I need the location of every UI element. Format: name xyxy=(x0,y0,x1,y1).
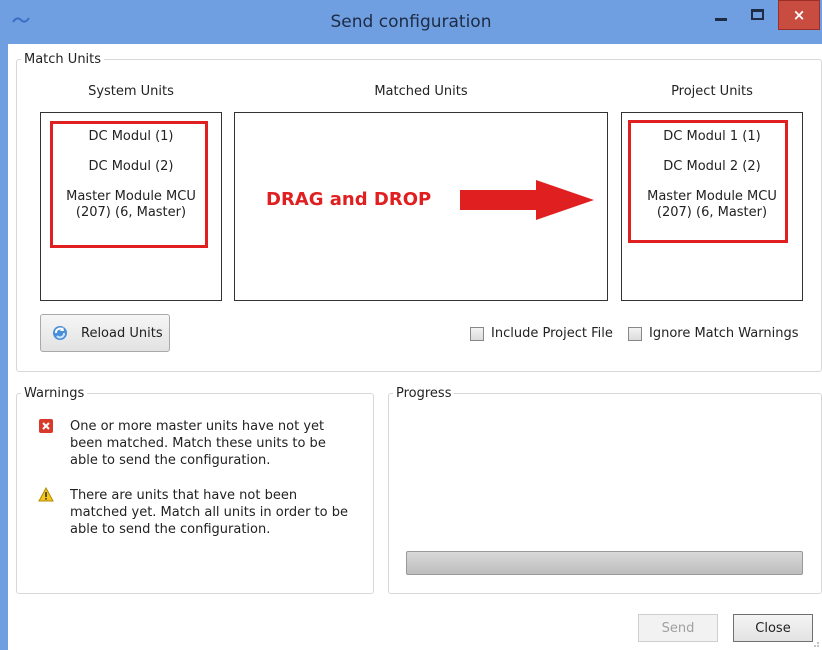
minimize-button[interactable] xyxy=(706,0,736,28)
drag-arrow-icon xyxy=(460,180,594,220)
send-button[interactable]: Send xyxy=(638,614,718,642)
include-project-file-label: Include Project File xyxy=(491,326,613,341)
progress-bar xyxy=(406,551,803,575)
project-units-header: Project Units xyxy=(671,84,753,99)
title-bar[interactable]: Send configuration × xyxy=(0,0,822,44)
system-units-header: System Units xyxy=(88,84,174,99)
system-units-highlight xyxy=(50,121,208,248)
reload-units-label: Reload Units xyxy=(81,325,163,341)
warning-item-error: One or more master units have not yet be… xyxy=(38,418,354,469)
window-title: Send configuration xyxy=(330,12,492,32)
checkbox-box[interactable] xyxy=(470,326,484,341)
refresh-icon xyxy=(53,326,67,340)
ignore-match-warnings-label: Ignore Match Warnings xyxy=(649,326,799,341)
reload-units-button[interactable]: Reload Units xyxy=(40,314,170,352)
warning-item-warning: There are units that have not been match… xyxy=(38,487,354,538)
close-button[interactable]: Close xyxy=(733,614,813,642)
progress-legend: Progress xyxy=(396,386,452,401)
include-project-file-checkbox[interactable]: Include Project File xyxy=(470,326,613,341)
ignore-match-warnings-checkbox[interactable]: Ignore Match Warnings xyxy=(628,326,799,341)
resize-grip-icon[interactable] xyxy=(812,640,820,648)
match-units-legend: Match Units xyxy=(24,52,102,67)
warning-text: There are units that have not been match… xyxy=(70,488,348,537)
drag-and-drop-annotation: DRAG and DROP xyxy=(266,189,432,210)
send-configuration-window: Send configuration × Match Units System … xyxy=(0,0,822,650)
checkbox-box[interactable] xyxy=(628,326,642,341)
warning-icon xyxy=(38,487,54,502)
maximize-icon xyxy=(750,8,764,20)
maximize-button[interactable] xyxy=(742,0,772,28)
error-icon xyxy=(39,419,53,433)
close-icon: × xyxy=(792,6,806,24)
project-units-highlight xyxy=(628,120,788,243)
warning-text: One or more master units have not yet be… xyxy=(70,419,326,468)
warnings-legend: Warnings xyxy=(24,386,85,401)
matched-units-header: Matched Units xyxy=(374,84,468,99)
minimize-icon xyxy=(715,17,727,21)
close-window-button[interactable]: × xyxy=(778,0,820,30)
